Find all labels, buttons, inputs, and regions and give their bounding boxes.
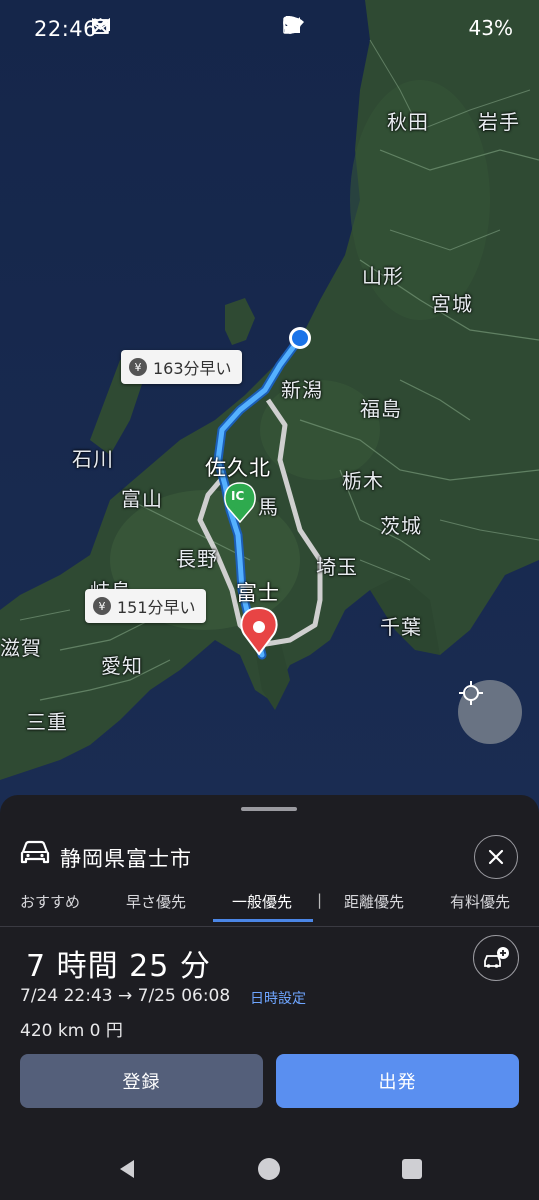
divider [0, 926, 539, 927]
map-view[interactable]: 22:46 43% 秋田 岩手 山形 宮城 新潟 福島 石川 佐久北 栃木 富山… [0, 0, 539, 830]
register-button[interactable]: 登録 [20, 1054, 263, 1108]
car-icon [20, 840, 50, 870]
close-button[interactable] [474, 835, 518, 879]
gmail-icon [92, 18, 174, 40]
sheet-drag-handle[interactable] [241, 807, 297, 811]
map-label-iwate: 岩手 [478, 110, 520, 134]
route-badge-bottom[interactable]: ¥ 151分早い [85, 589, 206, 623]
map-label-tochigi: 栃木 [342, 469, 384, 493]
ic-marker-label: IC [231, 489, 245, 503]
route-badge-bottom-label: 151分早い [117, 598, 196, 617]
battery-percent: 43% [468, 16, 513, 40]
origin-dot[interactable] [292, 330, 308, 346]
status-bar: 22:46 43% [0, 0, 539, 60]
route-badge-top[interactable]: ¥ 163分早い [121, 350, 242, 384]
system-nav-bar [0, 1140, 539, 1200]
map-label-mie: 三重 [26, 710, 68, 734]
map-label-shiga: 滋賀 [0, 636, 42, 660]
map-label-nagano: 長野 [176, 547, 218, 571]
map-label-saitama: 埼玉 [316, 555, 358, 579]
tab-general-road[interactable]: 一般優先 [232, 891, 292, 912]
start-button[interactable]: 出発 [276, 1054, 519, 1108]
tab-toll-priority[interactable]: 有料優先 [450, 891, 510, 912]
yen-icon: ¥ [93, 597, 111, 615]
back-triangle-icon [120, 1160, 134, 1178]
route-option-tabs: おすすめ 早さ優先 一般優先 | 距離優先 有料優先 [0, 887, 539, 922]
route-duration: 7 時間 25 分 [26, 949, 211, 984]
dot-icon [92, 18, 234, 40]
route-bottom-sheet: 静岡県富士市 おすすめ 早さ優先 一般優先 | 距離優先 有料優先 7 時間 2… [0, 795, 539, 1140]
map-label-gunma: 馬 [258, 495, 279, 519]
map-label-niigata: 新潟 [281, 378, 323, 402]
map-label-toyama: 富山 [121, 487, 163, 511]
home-button[interactable] [258, 1158, 280, 1180]
destination-name: 静岡県富士市 [60, 847, 192, 871]
tab-recommended[interactable]: おすすめ [20, 891, 80, 912]
map-label-ishikawa: 石川 [72, 447, 114, 471]
location-icon [282, 16, 336, 39]
close-icon [488, 849, 504, 865]
map-label-saku-kita: 佐久北 [205, 456, 271, 480]
yen-icon: ¥ [129, 358, 147, 376]
x-icon [93, 18, 204, 40]
time-setting-link[interactable]: 日時設定 [250, 988, 306, 1008]
map-label-aichi: 愛知 [101, 654, 143, 678]
car-add-icon [484, 947, 509, 968]
map-label-akita: 秋田 [387, 110, 429, 134]
mail-icon [92, 18, 144, 40]
map-label-ibaraki: 茨城 [380, 514, 422, 538]
status-time: 22:46 [34, 17, 98, 41]
tab-shortest[interactable]: 距離優先 [344, 891, 404, 912]
back-button[interactable] [118, 1158, 136, 1184]
time-range: 7/24 22:43 → 7/25 06:08 [20, 986, 231, 1006]
dnd-icon [283, 16, 367, 39]
destination-row: 静岡県富士市 [0, 835, 539, 879]
active-tab-indicator [213, 919, 313, 922]
map-label-miyagi: 宮城 [431, 292, 473, 316]
wifi-icon [283, 17, 398, 39]
current-location-button[interactable] [458, 680, 522, 744]
tab-separator: | [317, 891, 323, 909]
distance-cost: 420 km 0 円 [20, 1021, 123, 1041]
tab-fastest[interactable]: 早さ優先 [126, 891, 186, 912]
map-label-yamagata: 山形 [362, 264, 404, 288]
signal-icon [283, 17, 429, 39]
battery-icon [282, 16, 460, 39]
map-label-chiba: 千葉 [380, 615, 422, 639]
map-label-fuji: 富士 [236, 581, 280, 605]
recents-button[interactable] [402, 1159, 422, 1179]
route-badge-top-label: 163分早い [153, 359, 232, 378]
map-label-fukushima: 福島 [360, 397, 402, 421]
crosshair-icon [459, 681, 483, 705]
vehicle-settings-button[interactable] [473, 935, 519, 981]
